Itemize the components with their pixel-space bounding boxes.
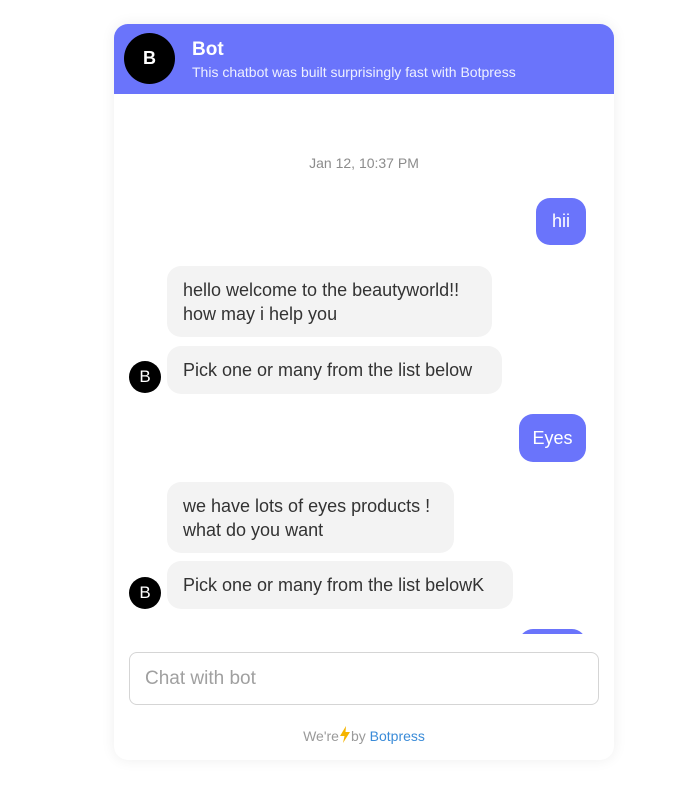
footer-prefix: We're bbox=[303, 728, 339, 744]
user-message-partial bbox=[519, 629, 586, 634]
bot-message-avatar: B bbox=[129, 361, 161, 393]
bot-name: Bot bbox=[192, 39, 224, 60]
user-message: Eyes bbox=[519, 414, 586, 462]
lightning-bolt-icon bbox=[339, 726, 350, 746]
bot-message-line: hello welcome to the beautyworld!! bbox=[183, 280, 460, 300]
bot-message-avatar: B bbox=[129, 577, 161, 609]
chat-input-wrapper bbox=[129, 652, 599, 705]
chat-input[interactable] bbox=[130, 653, 598, 704]
bot-message: Pick one or many from the list belowK bbox=[167, 561, 513, 609]
bot-message: we have lots of eyes products ! what do … bbox=[167, 482, 454, 553]
bot-message-line: what do you want bbox=[183, 520, 324, 540]
powered-by-footer: We're by Botpress bbox=[114, 726, 614, 746]
chat-widget: B Bot This chatbot was built surprisingl… bbox=[114, 24, 614, 760]
bot-message-line: we have lots of eyes products ! bbox=[183, 496, 431, 516]
bot-message: Pick one or many from the list below bbox=[167, 346, 502, 394]
bot-avatar: B bbox=[124, 33, 175, 84]
bot-description: This chatbot was built surprisingly fast… bbox=[192, 64, 516, 80]
bot-message-line: how may i help you bbox=[183, 304, 338, 324]
botpress-link[interactable]: Botpress bbox=[370, 728, 425, 744]
message-date: Jan 12, 10:37 PM bbox=[309, 155, 419, 171]
bot-message: hello welcome to the beautyworld!! how m… bbox=[167, 266, 492, 337]
message-list[interactable]: Jan 12, 10:37 PM hii hello welcome to th… bbox=[114, 94, 614, 634]
footer-by: by bbox=[350, 728, 366, 744]
chat-header: B Bot This chatbot was built surprisingl… bbox=[114, 24, 614, 94]
user-message: hii bbox=[536, 198, 586, 245]
